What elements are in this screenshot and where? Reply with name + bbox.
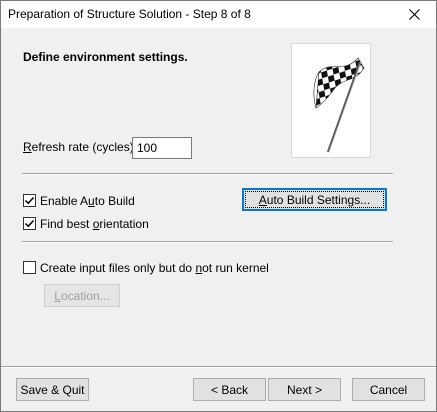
location-button[interactable]: Location...: [44, 284, 120, 307]
close-button[interactable]: [392, 1, 436, 28]
window-title: Preparation of Structure Solution - Step…: [8, 7, 251, 21]
separator-bottom: [1, 366, 436, 368]
checkered-flag-icon: [313, 57, 365, 153]
dialog-window: Preparation of Structure Solution - Step…: [0, 0, 437, 412]
enable-auto-build-label[interactable]: Enable Auto Build: [40, 194, 135, 208]
checkmark-icon: [24, 196, 35, 205]
checkmark-icon: [24, 219, 35, 228]
back-button[interactable]: < Back: [193, 378, 266, 401]
title-bar: Preparation of Structure Solution - Step…: [1, 1, 436, 28]
enable-auto-build-checkbox[interactable]: [23, 194, 36, 207]
close-icon: [408, 9, 420, 20]
refresh-rate-label: Refresh rate (cycles):: [23, 140, 138, 154]
auto-build-settings-label: Auto Build Settings...: [258, 192, 371, 207]
separator-middle: [22, 241, 393, 243]
save-quit-button[interactable]: Save & Quit: [16, 378, 89, 401]
auto-build-settings-button[interactable]: Auto Build Settings...: [242, 188, 387, 211]
refresh-rate-input[interactable]: 100: [132, 137, 192, 159]
find-best-orientation-checkbox[interactable]: [23, 217, 36, 230]
find-best-orientation-label[interactable]: Find best orientation: [40, 217, 149, 231]
separator-top: [22, 173, 393, 175]
next-button[interactable]: Next >: [268, 378, 341, 401]
create-input-only-checkbox[interactable]: [23, 261, 36, 274]
checkered-flag-image: [291, 43, 371, 158]
cancel-button[interactable]: Cancel: [352, 378, 425, 401]
location-label: Location...: [54, 288, 110, 303]
step-heading: Define environment settings.: [23, 50, 188, 64]
create-input-only-label[interactable]: Create input files only but do not run k…: [40, 261, 269, 275]
